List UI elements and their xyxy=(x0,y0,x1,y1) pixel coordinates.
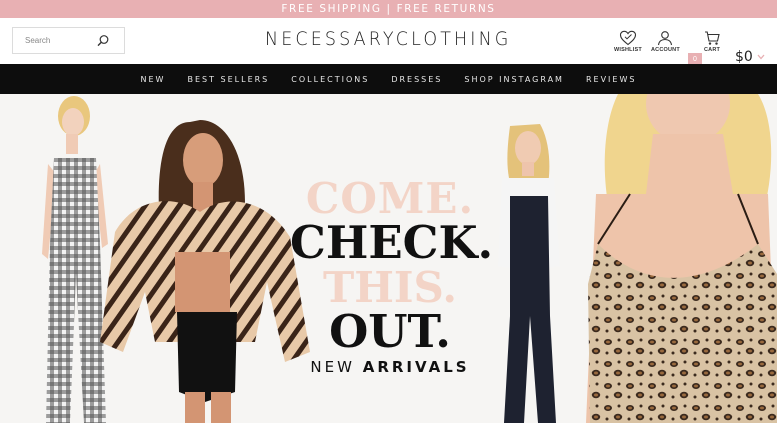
search-input[interactable] xyxy=(13,28,101,53)
site-logo[interactable]: NECESSARYCLOTHING xyxy=(265,28,508,50)
account-label: ACCOUNT xyxy=(651,47,680,53)
wishlist-button[interactable]: WISHLIST xyxy=(614,30,642,53)
hero-banner[interactable]: COME. CHECK. THIS. OUT. NEW ARRIVALS xyxy=(0,94,777,423)
nav-item-best-sellers[interactable]: BEST SELLERS xyxy=(187,75,269,84)
nav-item-collections[interactable]: COLLECTIONS xyxy=(291,75,369,84)
chevron-down-icon[interactable] xyxy=(757,54,765,60)
headline-come: COME. xyxy=(305,174,475,223)
nav-item-shop-instagram[interactable]: SHOP INSTAGRAM xyxy=(464,75,564,84)
tagline-prefix: NEW xyxy=(310,358,355,376)
heart-icon xyxy=(619,30,636,46)
site-header: NECESSARYCLOTHING WISHLIST ACCOUNT 0 CAR… xyxy=(0,18,777,67)
nav-item-dresses[interactable]: DRESSES xyxy=(391,75,442,84)
headline-this: THIS. xyxy=(322,263,458,312)
new-arrivals-tagline[interactable]: NEW ARRIVALS xyxy=(290,358,490,376)
cart-icon xyxy=(705,31,720,45)
cart-label: CART xyxy=(704,47,721,53)
model-leopard-cami-image xyxy=(586,94,777,423)
headline-out: OUT. xyxy=(329,305,451,358)
account-button[interactable]: ACCOUNT xyxy=(651,30,680,53)
tagline-main: ARRIVALS xyxy=(362,358,470,376)
main-nav: NEW BEST SELLERS COLLECTIONS DRESSES SHO… xyxy=(0,64,777,94)
wishlist-label: WISHLIST xyxy=(614,47,642,53)
hero-headline: COME. CHECK. THIS. OUT. NEW ARRIVALS xyxy=(290,174,494,377)
nav-item-new[interactable]: NEW xyxy=(141,75,166,84)
model-zebra-top-image xyxy=(100,120,310,423)
cart-total[interactable]: $0 xyxy=(735,49,753,65)
nav-item-reviews[interactable]: REVIEWS xyxy=(586,75,637,84)
search-icon[interactable] xyxy=(96,34,110,48)
user-icon xyxy=(658,31,673,46)
promo-banner: FREE SHIPPING | FREE RETURNS xyxy=(0,0,777,18)
headline-check: CHECK. xyxy=(290,216,494,269)
cart-button[interactable]: CART xyxy=(704,30,720,53)
search-box xyxy=(12,27,125,54)
